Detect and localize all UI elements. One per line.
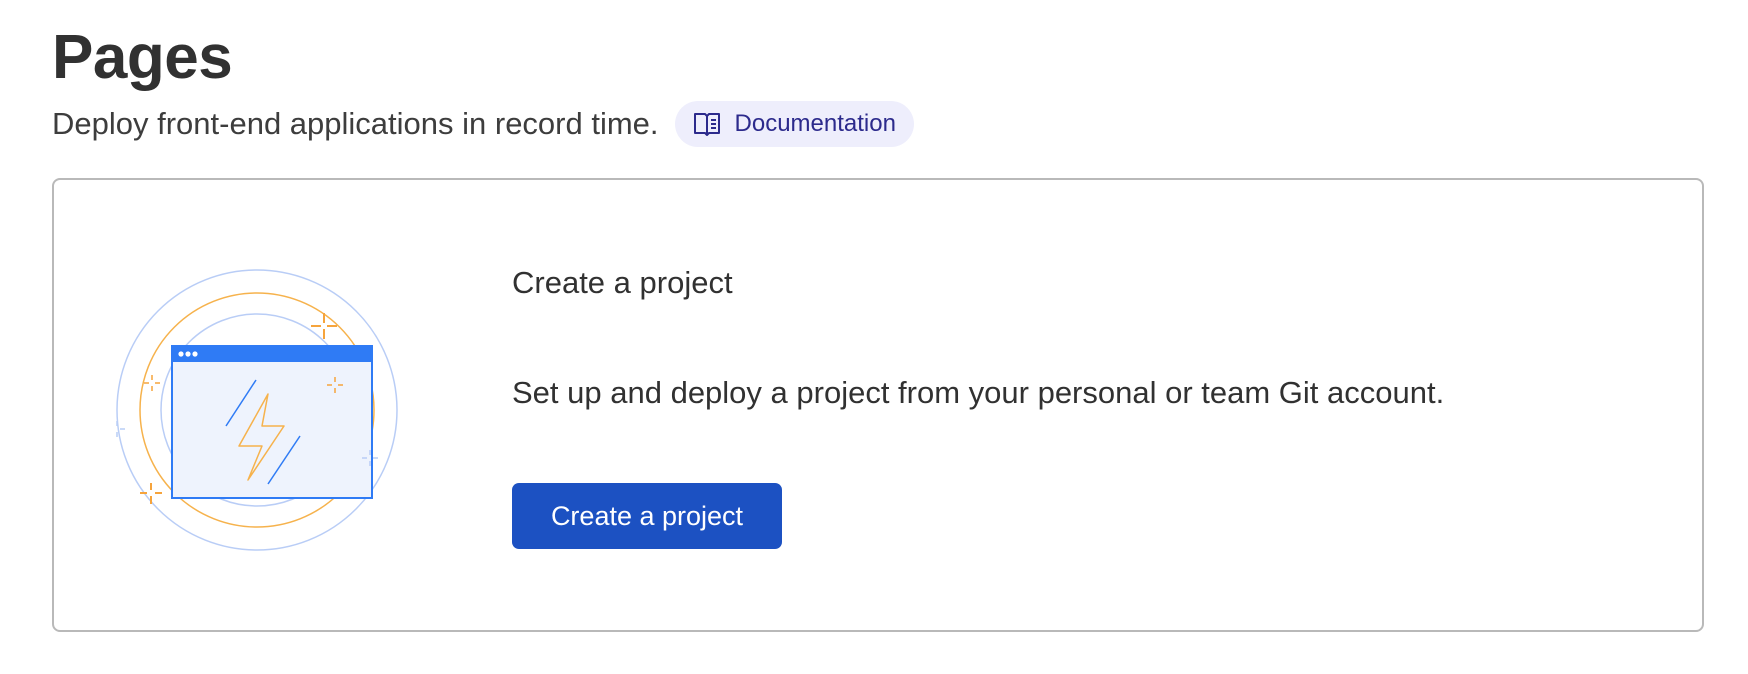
book-icon <box>693 111 721 137</box>
page-subtitle: Deploy front-end applications in record … <box>52 106 659 141</box>
create-project-card: Create a project Set up and deploy a pro… <box>52 178 1704 632</box>
browser-lightning-icon <box>109 250 434 570</box>
subtitle-row: Deploy front-end applications in record … <box>52 100 914 148</box>
page-title: Pages <box>52 23 233 92</box>
card-description: Set up and deploy a project from your pe… <box>512 375 1445 410</box>
documentation-link[interactable]: Documentation <box>674 101 914 147</box>
card-title: Create a project <box>512 265 733 300</box>
create-project-button[interactable]: Create a project <box>512 483 782 549</box>
documentation-label: Documentation <box>734 110 896 137</box>
